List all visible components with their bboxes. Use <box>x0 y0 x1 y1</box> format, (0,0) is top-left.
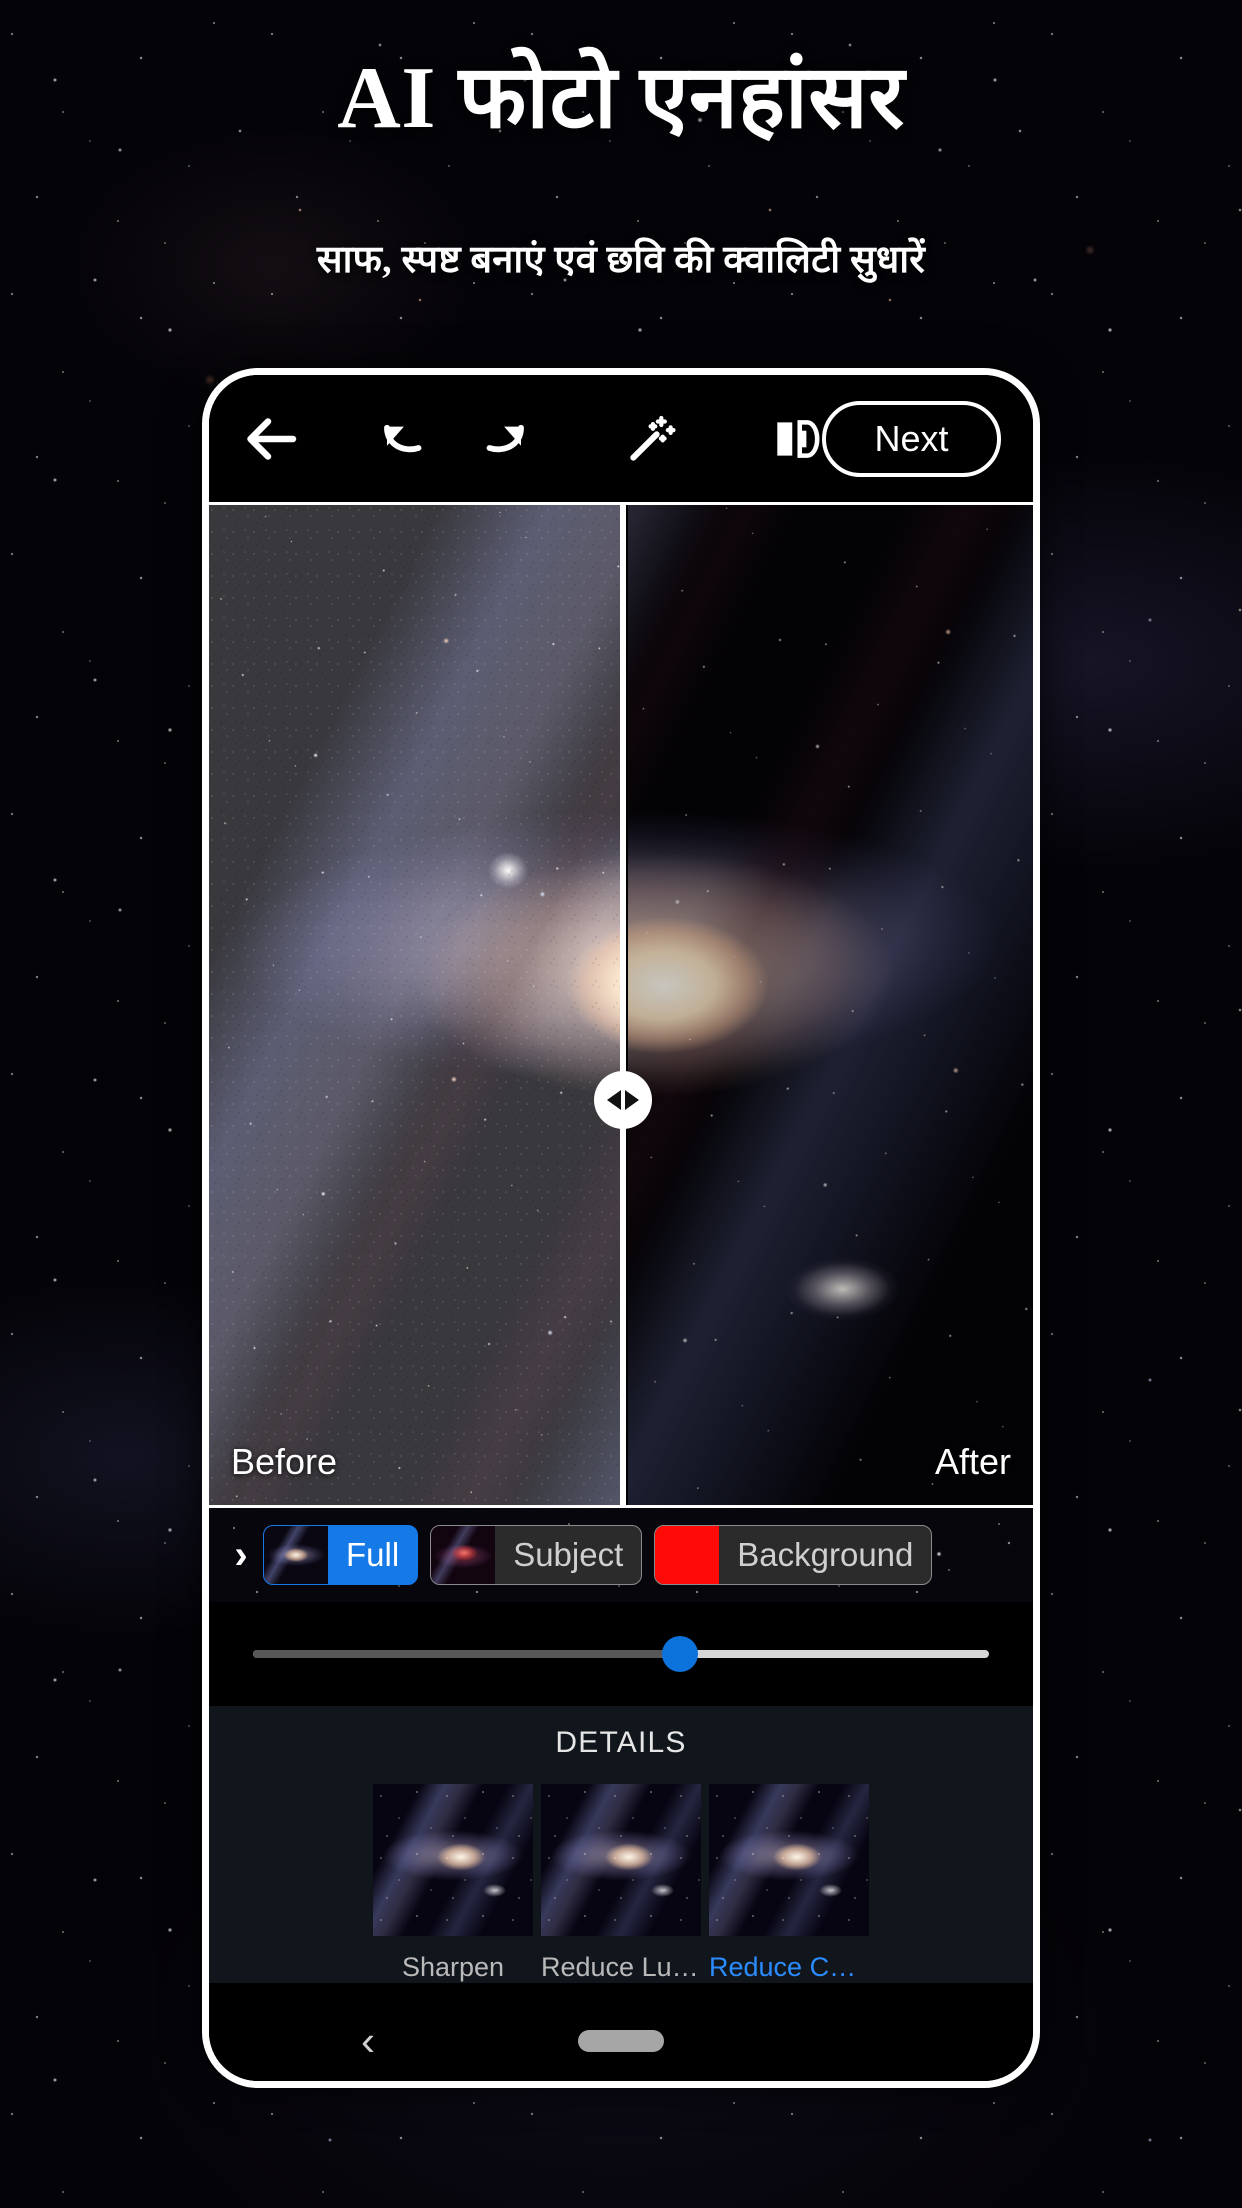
galaxy-red-thumb <box>431 1526 496 1584</box>
android-nav-bar: ‹ <box>209 1983 1033 2081</box>
compare-drag-handle-icon[interactable] <box>593 1071 652 1129</box>
before-after-viewport[interactable]: Before After <box>209 502 1033 1505</box>
tool-label: Reduce Lum.. <box>541 1952 701 1982</box>
split-compare-icon[interactable] <box>769 411 823 467</box>
tool-sharpen[interactable]: Sharpen <box>373 1784 533 1983</box>
after-pane <box>627 505 1033 1505</box>
details-section-title: DETAILS <box>555 1726 687 1759</box>
home-indicator-pill[interactable] <box>578 2030 664 2052</box>
strength-slider-row <box>209 1602 1033 1706</box>
after-contrast-overlay <box>627 505 1033 1505</box>
details-panel: DETAILS Sharpen Reduce Lum.. Reduce Colo… <box>209 1706 1033 1983</box>
tool-thumbnail <box>541 1784 701 1936</box>
before-noise-overlay <box>209 505 623 1505</box>
strength-slider-filled <box>253 1650 680 1658</box>
strength-slider-track[interactable] <box>253 1636 989 1672</box>
tool-label: Reduce Color <box>709 1952 869 1982</box>
tool-thumbnail <box>709 1784 869 1936</box>
redo-icon[interactable] <box>475 411 531 467</box>
tool-thumbnail <box>373 1784 533 1936</box>
mode-chip-label: Background <box>737 1536 914 1573</box>
galaxy-thumb <box>264 1526 328 1584</box>
compare-split-line <box>619 505 626 1505</box>
tool-reduce-luminance[interactable]: Reduce Lum.. <box>541 1784 701 1983</box>
arrow-left-glyph <box>606 1090 621 1110</box>
before-label: Before <box>231 1441 338 1482</box>
editor-toolbar: Next <box>209 375 1033 502</box>
mode-chip-subject[interactable]: Subject <box>430 1525 643 1585</box>
next-button[interactable]: Next <box>822 400 1001 477</box>
details-tool-list: Sharpen Reduce Lum.. Reduce Color <box>373 1784 869 1983</box>
tool-label: Sharpen <box>401 1952 505 1982</box>
tool-reduce-color[interactable]: Reduce Color <box>709 1784 869 1983</box>
magic-wand-icon[interactable] <box>623 410 681 468</box>
strength-slider-thumb[interactable] <box>661 1636 698 1672</box>
red-swatch-thumb <box>655 1526 720 1584</box>
mode-chip-list: Full Subject Background <box>263 1525 933 1585</box>
promo-page: AI फोटो एनहांसर साफ, स्पष्ट बनाएं एवं छव… <box>0 0 1242 2208</box>
chevron-right-icon[interactable]: › <box>219 1535 263 1575</box>
mode-chip-label: Full <box>346 1536 400 1573</box>
arrow-right-glyph <box>624 1090 639 1110</box>
undo-icon[interactable] <box>377 411 433 467</box>
mode-chip-background[interactable]: Background <box>654 1525 933 1585</box>
mode-chip-full[interactable]: Full <box>263 1525 419 1585</box>
mode-chip-row: › Full Subject Background <box>209 1505 1033 1602</box>
before-pane <box>209 505 623 1505</box>
arrow-left-icon[interactable] <box>243 409 303 469</box>
phone-screen: Next Before After › Full Subject Backgro… <box>209 375 1033 2081</box>
phone-mockup: Next Before After › Full Subject Backgro… <box>202 368 1040 2088</box>
page-title: AI फोटो एनहांसर <box>337 50 905 147</box>
chevron-left-icon[interactable]: ‹ <box>361 2020 375 2062</box>
after-label: After <box>934 1441 1011 1482</box>
page-subtitle: साफ, स्पष्ट बनाएं एवं छवि की क्वालिटी सु… <box>316 239 926 281</box>
mode-chip-label: Subject <box>513 1536 624 1573</box>
